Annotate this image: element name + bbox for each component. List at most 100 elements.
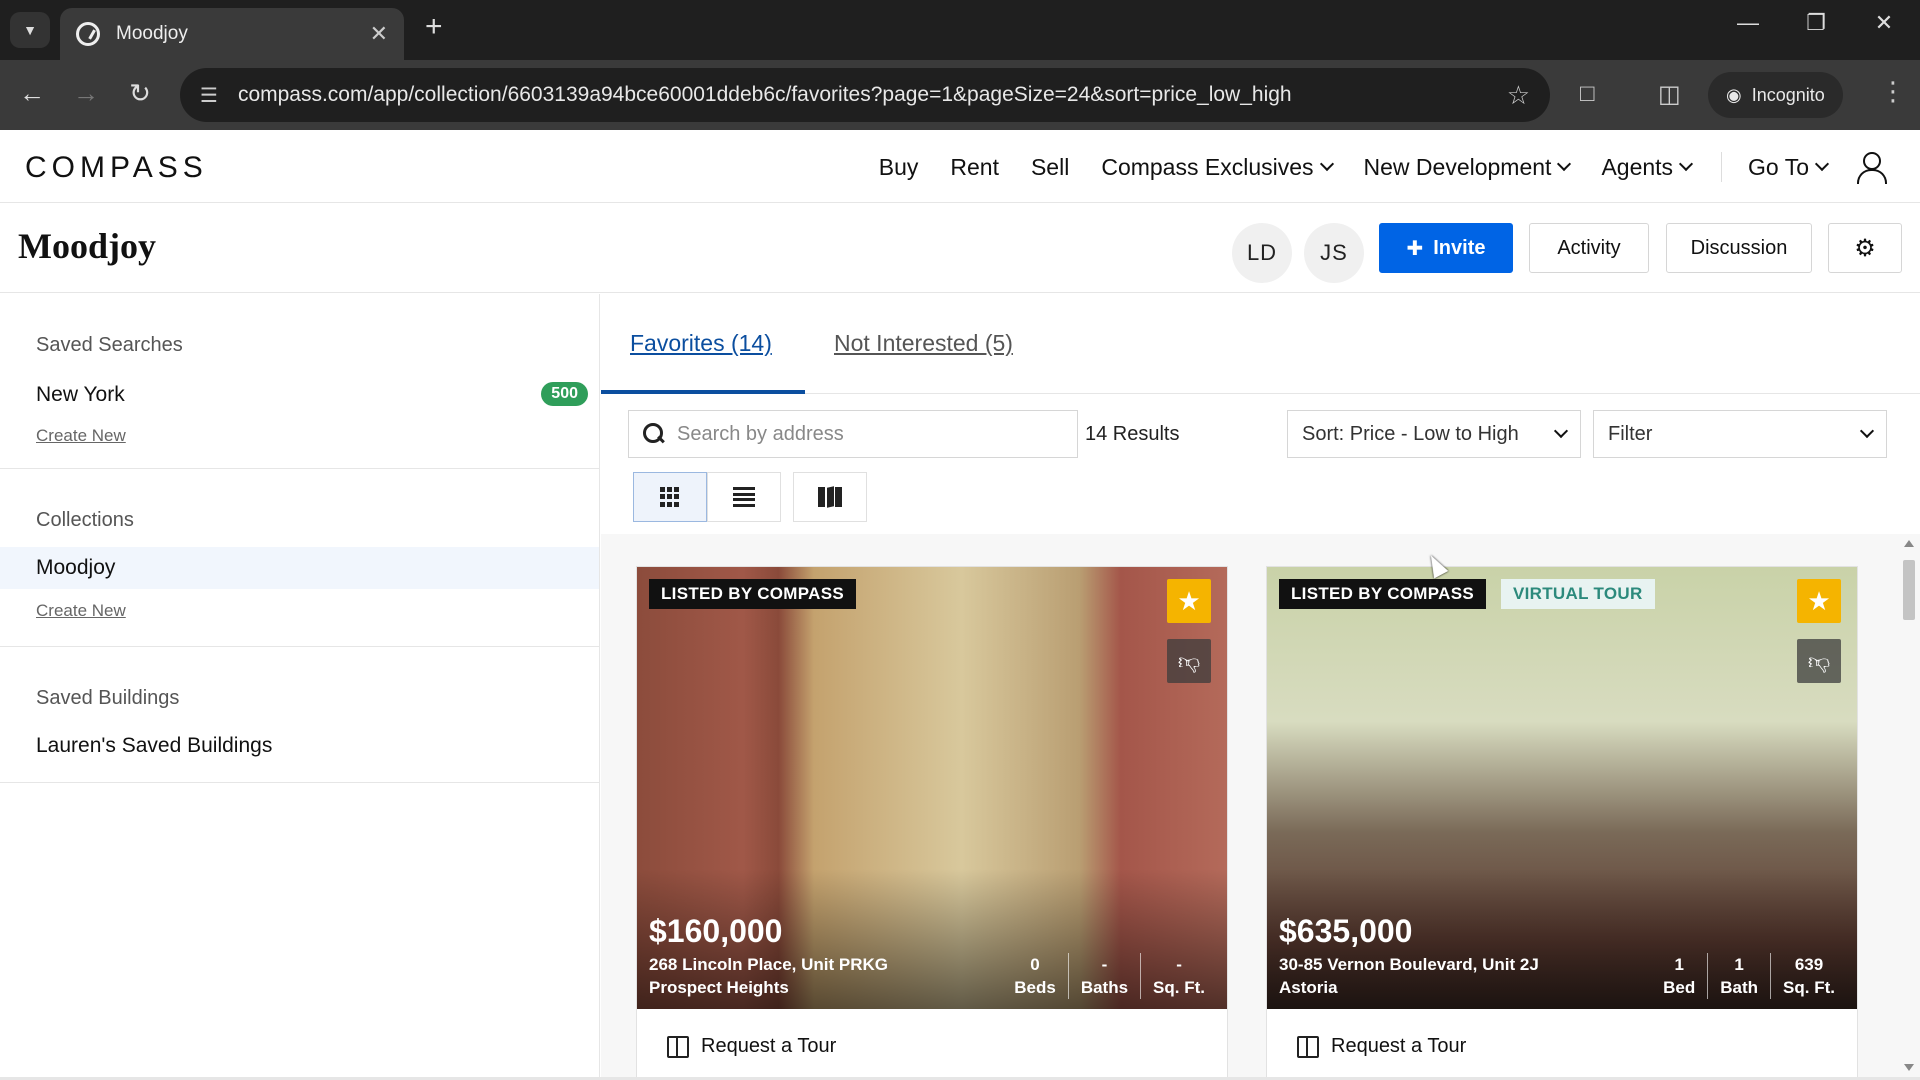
not-interested-thumb-icon[interactable]: 👎︎ — [1167, 639, 1211, 683]
sidebar-item-saved-buildings[interactable]: Lauren's Saved Buildings — [0, 725, 599, 767]
user-account-icon[interactable] — [1857, 152, 1887, 184]
browser-menu-icon[interactable]: ⋮ — [1880, 76, 1906, 107]
compass-logo[interactable]: COMPASS — [25, 151, 208, 185]
beds-stat: 1 Bed — [1651, 953, 1707, 999]
request-tour-label: Request a Tour — [701, 1035, 837, 1057]
browser-tabstrip: ▼ Moodjoy ✕ + — ❐ ✕ — [0, 0, 1920, 60]
active-tab-indicator — [601, 390, 805, 394]
list-view-button[interactable] — [707, 472, 781, 522]
site-info-icon[interactable]: ☰ — [200, 83, 218, 108]
request-tour-label: Request a Tour — [1331, 1035, 1467, 1057]
invite-label: Invite — [1433, 236, 1486, 259]
create-new-search-link[interactable]: Create New — [0, 426, 126, 446]
listing-card[interactable]: LISTED BY COMPASS ★ 👎︎ $160,000 268 Linc… — [636, 566, 1228, 1080]
main-nav: Buy Rent Sell Compass Exclusives New Dev… — [847, 131, 1887, 203]
favorite-star-icon[interactable]: ★ — [1797, 579, 1841, 623]
request-tour-button[interactable]: Request a Tour — [1297, 1035, 1466, 1058]
address-search[interactable] — [628, 410, 1078, 458]
nav-new-development[interactable]: New Development — [1364, 154, 1572, 181]
side-panel-icon[interactable]: ◫ — [1658, 80, 1681, 109]
listing-price: $635,000 — [1279, 913, 1413, 949]
neighborhood: Prospect Heights — [649, 978, 789, 997]
chevron-down-icon — [1678, 156, 1694, 172]
not-interested-thumb-icon[interactable]: 👎︎ — [1797, 639, 1841, 683]
beds-value: 1 — [1674, 955, 1684, 974]
listing-photo[interactable]: LISTED BY COMPASS ★ 👎︎ $160,000 268 Linc… — [637, 567, 1227, 1009]
sidebar-item-new-york[interactable]: New York 500 — [0, 374, 600, 416]
close-tab-icon[interactable]: ✕ — [370, 21, 388, 47]
tab-search-button[interactable]: ▼ — [10, 12, 50, 48]
address-bar[interactable]: ☰ compass.com/app/collection/6603139a94b… — [180, 68, 1550, 122]
listing-address[interactable]: 30-85 Vernon Boulevard, Unit 2J Astoria — [1279, 953, 1539, 999]
compass-favicon-icon — [76, 22, 100, 46]
grid-view-button[interactable] — [633, 472, 707, 522]
avatar[interactable]: LD — [1232, 223, 1292, 283]
map-view-button[interactable] — [793, 472, 867, 522]
favorite-star-icon[interactable]: ★ — [1167, 579, 1211, 623]
filter-label: Filter — [1608, 422, 1653, 445]
search-input[interactable] — [677, 422, 1057, 446]
listing-card[interactable]: LISTED BY COMPASS VIRTUAL TOUR ★ 👎︎ $635… — [1266, 566, 1858, 1080]
url-text[interactable]: compass.com/app/collection/6603139a94bce… — [238, 83, 1507, 107]
back-icon[interactable]: ← — [14, 78, 50, 109]
create-new-collection-link[interactable]: Create New — [0, 601, 126, 621]
discussion-button[interactable]: Discussion — [1666, 223, 1812, 273]
incognito-icon: ◉ — [1726, 84, 1742, 105]
sidebar-item-moodjoy[interactable]: Moodjoy — [0, 547, 599, 589]
browser-toolbar: ← → ↻ ☰ compass.com/app/collection/66031… — [0, 60, 1920, 130]
street-address: 30-85 Vernon Boulevard, Unit 2J — [1279, 955, 1539, 974]
request-tour-button[interactable]: Request a Tour — [667, 1035, 836, 1058]
baths-label: Baths — [1080, 978, 1129, 997]
scroll-down-arrow-icon[interactable] — [1904, 1064, 1914, 1071]
chevron-down-icon — [1859, 423, 1875, 439]
add-user-icon: ✚ — [1406, 237, 1424, 260]
saved-buildings-section: Saved Buildings Lauren's Saved Buildings — [0, 647, 599, 783]
baths-label: Bath — [1720, 978, 1759, 997]
listed-by-compass-tag: LISTED BY COMPASS — [1279, 579, 1486, 609]
nav-sell-label: Sell — [1030, 153, 1070, 180]
minimize-icon[interactable]: — — [1728, 10, 1768, 36]
nav-compass-exclusives[interactable]: Compass Exclusives — [1101, 154, 1334, 181]
restore-icon[interactable]: ❐ — [1796, 10, 1836, 36]
nav-agents[interactable]: Agents — [1601, 153, 1694, 181]
nav-rent-label: Rent — [950, 153, 999, 180]
collection-header: Moodjoy LD JS ✚ Invite Activity Discussi… — [0, 203, 1920, 293]
nav-buy[interactable]: Buy — [879, 154, 919, 181]
nav-buy-label: Buy — [878, 153, 919, 180]
beds-label: Beds — [1014, 978, 1056, 997]
baths-stat: - Baths — [1067, 953, 1140, 999]
scroll-up-arrow-icon[interactable] — [1904, 540, 1914, 547]
tab-not-interested[interactable]: Not Interested (5) — [834, 330, 1013, 357]
nav-divider — [1721, 152, 1723, 182]
tab-favorites[interactable]: Favorites (14) — [630, 330, 772, 357]
activity-button[interactable]: Activity — [1529, 223, 1649, 273]
nav-go-to[interactable]: Go To — [1748, 154, 1830, 181]
avatar[interactable]: JS — [1304, 223, 1364, 283]
invite-button[interactable]: ✚ Invite — [1379, 223, 1513, 273]
grid-icon — [660, 487, 680, 507]
forward-icon[interactable]: → — [68, 78, 104, 109]
nav-sell[interactable]: Sell — [1031, 154, 1069, 181]
close-window-icon[interactable]: ✕ — [1864, 10, 1904, 36]
filter-select[interactable]: Filter — [1593, 410, 1887, 458]
results-scrollbar[interactable] — [1898, 534, 1920, 1080]
new-tab-button[interactable]: + — [425, 10, 443, 44]
bookmark-star-icon[interactable]: ☆ — [1507, 80, 1530, 111]
extensions-icon[interactable]: □ — [1580, 80, 1595, 108]
scrollbar-thumb[interactable] — [1903, 560, 1915, 620]
nav-rent[interactable]: Rent — [950, 154, 999, 181]
baths-stat: 1 Bath — [1707, 953, 1770, 999]
browser-tab[interactable]: Moodjoy ✕ — [60, 8, 404, 60]
tour-map-icon — [667, 1035, 689, 1058]
sort-select[interactable]: Sort: Price - Low to High — [1287, 410, 1581, 458]
sqft-label: Sq. Ft. — [1783, 978, 1835, 997]
collections-heading: Collections — [36, 509, 134, 531]
reload-icon[interactable]: ↻ — [122, 78, 158, 109]
listing-photo[interactable]: LISTED BY COMPASS VIRTUAL TOUR ★ 👎︎ $635… — [1267, 567, 1857, 1009]
incognito-indicator[interactable]: ◉ Incognito — [1708, 72, 1843, 118]
sidebar-item-label: Lauren's Saved Buildings — [36, 734, 273, 757]
settings-gear-icon[interactable]: ⚙ — [1828, 223, 1902, 273]
listing-address[interactable]: 268 Lincoln Place, Unit PRKG Prospect He… — [649, 953, 888, 999]
baths-value: 1 — [1734, 955, 1744, 974]
nav-agents-label: Agents — [1601, 153, 1674, 180]
